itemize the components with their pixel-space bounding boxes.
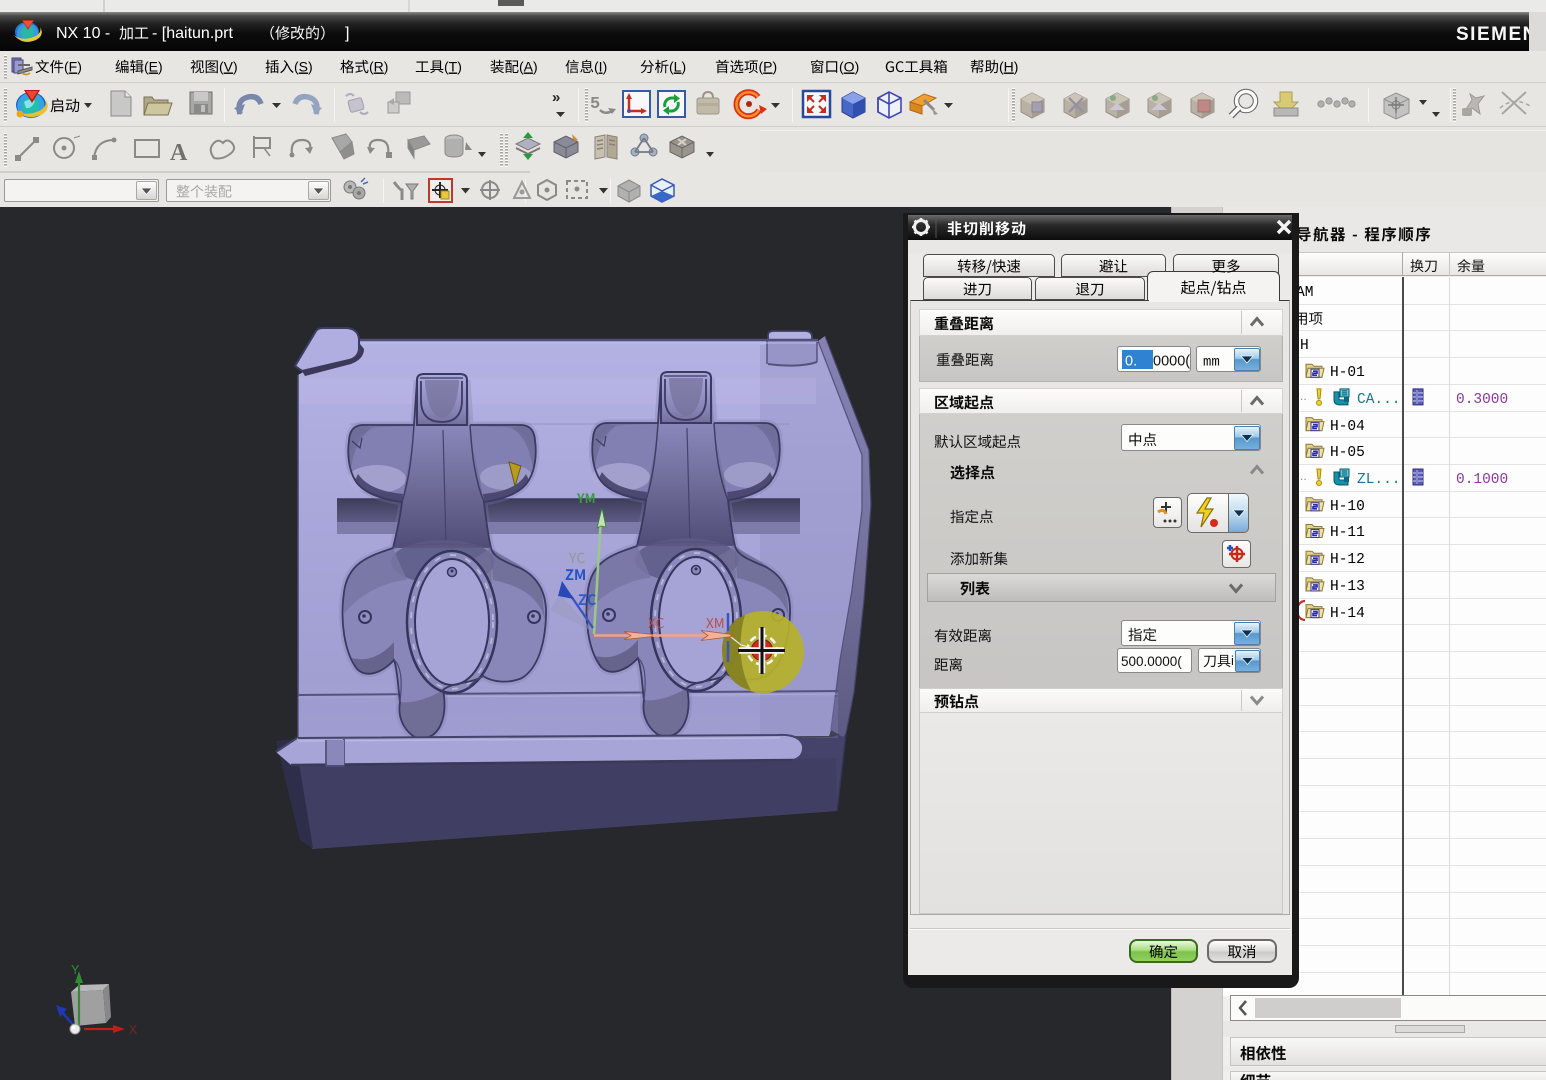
svg-text:X: X (129, 1023, 138, 1037)
svg-text:Y: Y (71, 963, 80, 977)
